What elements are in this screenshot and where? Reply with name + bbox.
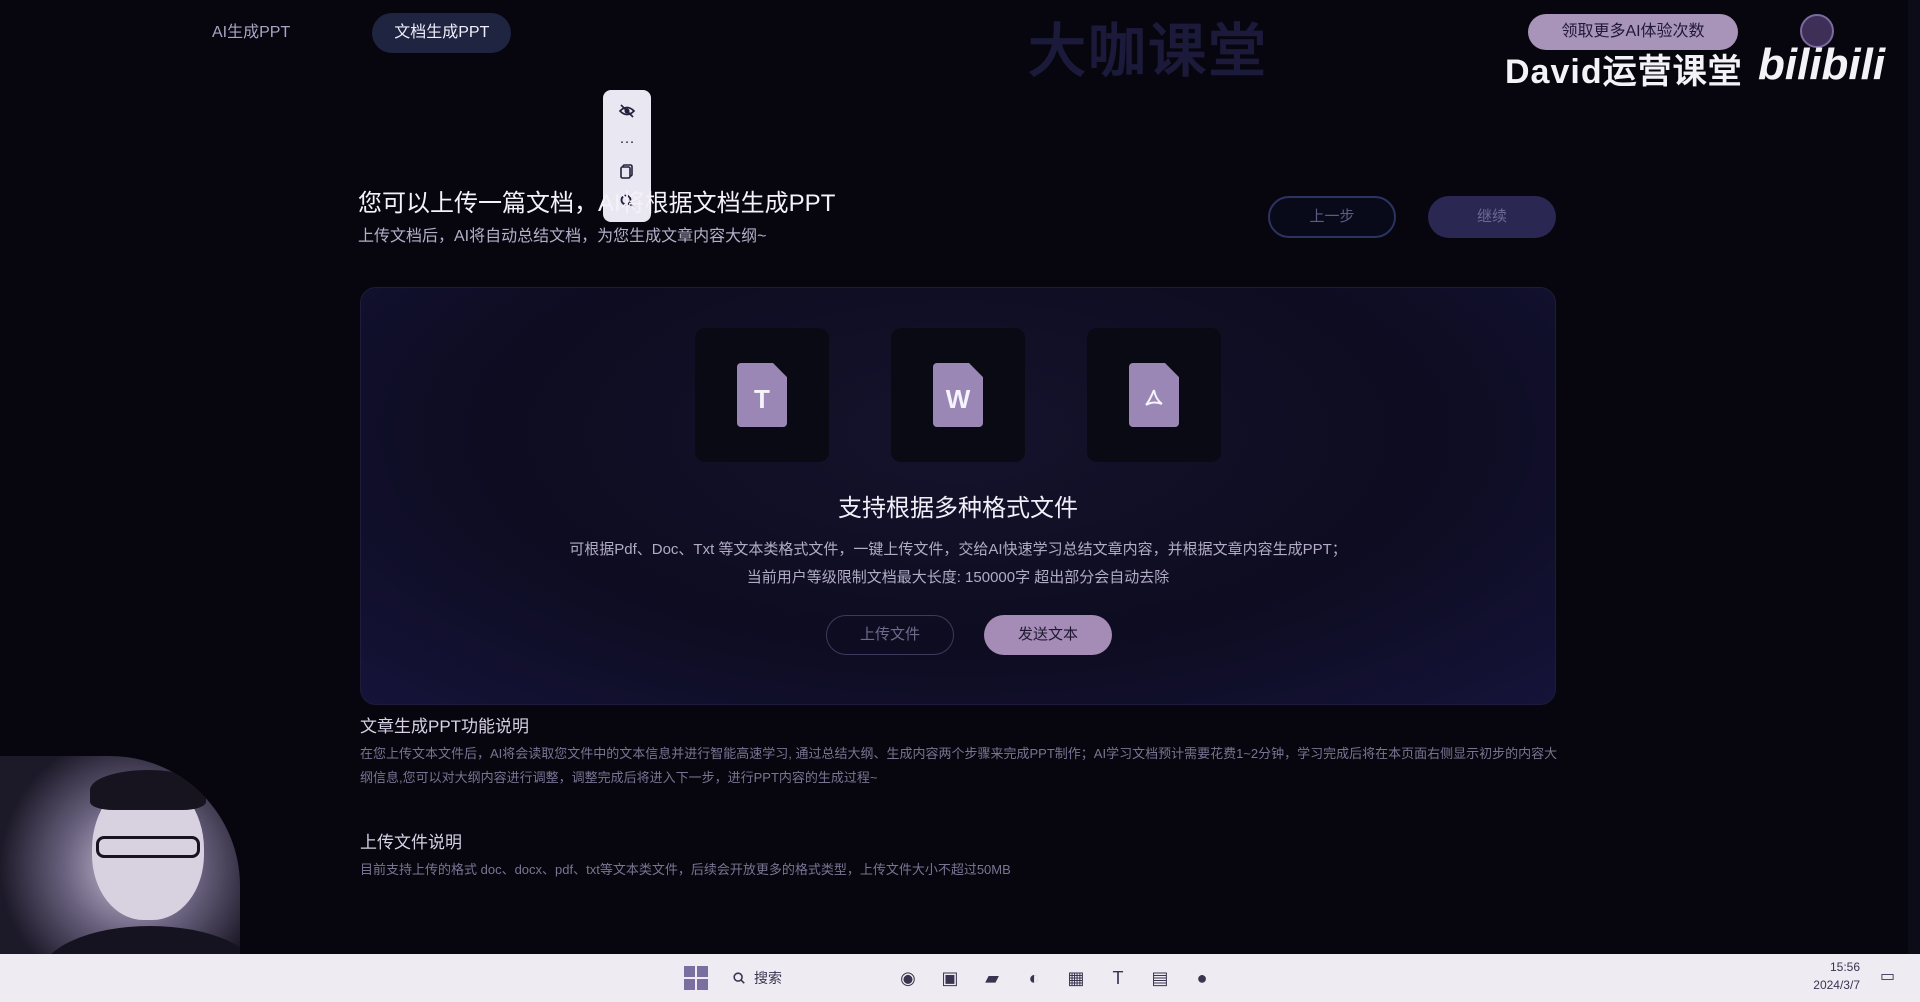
edge-icon[interactable]: ◐ — [1018, 962, 1050, 994]
word-file-icon: W — [933, 363, 983, 427]
taskbar-date: 2024/3/7 — [1813, 978, 1860, 992]
task-view-icon[interactable]: ▣ — [934, 962, 966, 994]
page-subtitle: 上传文档后，AI将自动总结文档，为您生成文章内容大纲~ — [358, 228, 767, 245]
upload-heading: 支持根据多种格式文件 — [838, 495, 1078, 522]
pdf-file-card — [1087, 328, 1221, 462]
taskbar-time: 15:56 — [1829, 960, 1860, 974]
notepad-icon[interactable]: ▤ — [1144, 962, 1176, 994]
file-type-icons: T W — [695, 328, 1221, 462]
prev-step-button[interactable]: 上一步 — [1268, 196, 1396, 238]
scrollbar[interactable] — [1908, 0, 1920, 954]
word-file-card: W — [891, 328, 1025, 462]
notification-icon[interactable]: ▭ — [1880, 966, 1904, 990]
page-title: 您可以上传一篇文档，AI将根据文档生成PPT — [358, 190, 836, 217]
tab-ai-ppt[interactable]: AI生成PPT — [190, 13, 312, 53]
taskbar-search[interactable]: 搜索 — [722, 962, 882, 994]
feature-text: 在您上传文本文件后，AI将会读取您文件中的文本信息并进行智能高速学习, 通过总结… — [360, 746, 1558, 785]
brand-title: 大咖课堂 — [1028, 17, 1269, 85]
store-icon[interactable]: ▦ — [1060, 962, 1092, 994]
tab-doc-ppt[interactable]: 文档生成PPT — [372, 13, 512, 53]
upload-description: 可根据Pdf、Doc、Txt 等文本类格式文件，一键上传文件，交给AI快速学习总… — [569, 541, 1347, 558]
upload-info-title: 上传文件说明 — [360, 833, 462, 852]
upload-info-text: 目前支持上传的格式 doc、docx、pdf、txt等文本类文件，后续会开放更多… — [360, 862, 1011, 877]
presenter-hair — [90, 770, 206, 810]
top-nav: AI生成PPT 文档生成PPT — [190, 12, 512, 54]
pdf-file-icon — [1129, 363, 1179, 427]
app-window: AI生成PPT 文档生成PPT 大咖课堂 领取更多AI体验次数 David运营课… — [0, 0, 1920, 1002]
copy-icon[interactable] — [612, 159, 642, 183]
upload-file-button[interactable]: 上传文件 — [826, 615, 954, 655]
txt-file-card: T — [695, 328, 829, 462]
windows-start-icon[interactable] — [680, 962, 712, 994]
taskbar-center: 搜索 ◉ ▣ ▰ ◐ ▦ T ▤ ● — [680, 962, 1218, 994]
file-explorer-icon[interactable]: ▰ — [976, 962, 1008, 994]
eye-off-icon[interactable] — [612, 99, 642, 123]
watermark-logo: bilibili — [1758, 40, 1886, 89]
txt-file-icon: T — [737, 363, 787, 427]
feature-title: 文章生成PPT功能说明 — [360, 717, 530, 736]
continue-button[interactable]: 继续 — [1428, 196, 1556, 238]
more-icon[interactable]: ··· — [612, 129, 642, 153]
typora-icon[interactable]: T — [1102, 962, 1134, 994]
taskbar: 搜索 ◉ ▣ ▰ ◐ ▦ T ▤ ● 15:56 2024/3/7 ▭ — [0, 954, 1920, 1002]
taskbar-clock[interactable]: 15:56 2024/3/7 — [1800, 958, 1860, 994]
upload-panel: T W 支持根据多种格式文件 可根据Pdf、Doc、Txt 等文本类格式文件，一… — [360, 287, 1556, 705]
watermark-author: David运营课堂 — [1505, 53, 1743, 91]
chrome-icon[interactable]: ● — [1186, 962, 1218, 994]
taskbar-search-label: 搜索 — [754, 970, 782, 986]
widgets-icon[interactable]: ◉ — [892, 962, 924, 994]
search-icon — [733, 972, 745, 984]
presenter-glasses — [96, 836, 200, 858]
upload-limit: 当前用户等级限制文档最大长度: 150000字 超出部分会自动去除 — [746, 569, 1170, 586]
send-text-button[interactable]: 发送文本 — [984, 615, 1112, 655]
